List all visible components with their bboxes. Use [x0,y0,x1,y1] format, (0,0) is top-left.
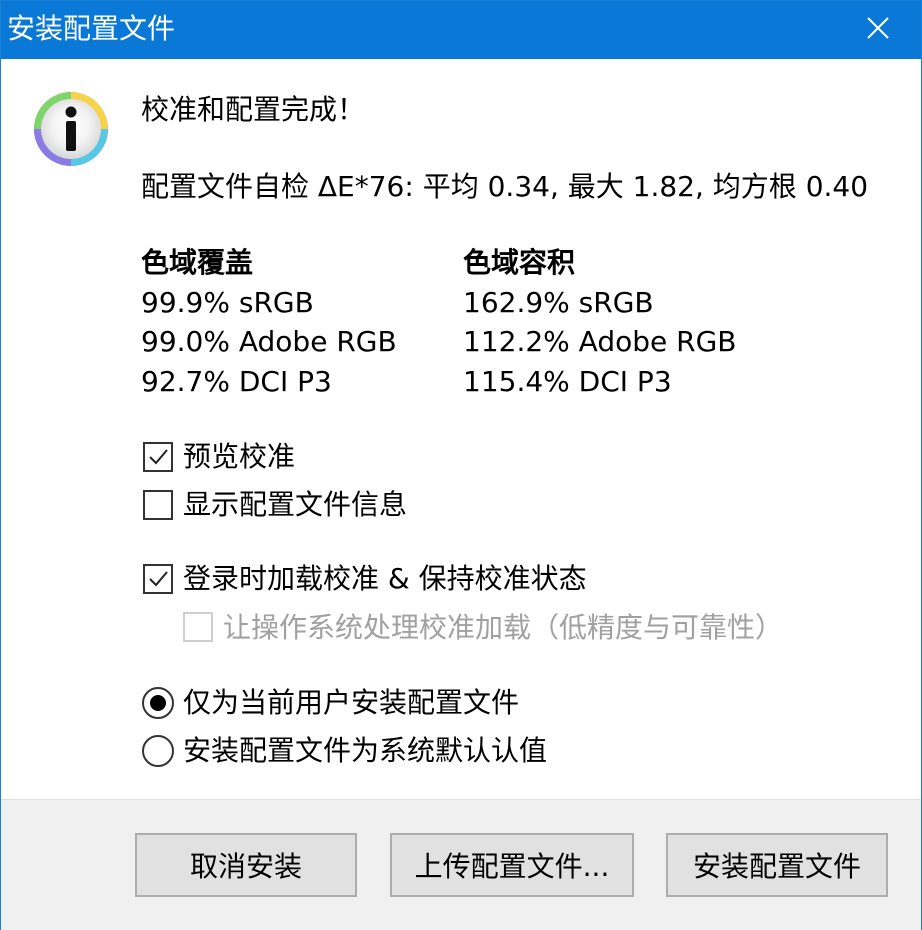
upload-profile-button[interactable]: 上传配置文件... [390,833,634,897]
os-handle-calibration-label: 让操作系统处理校准加载（低精度与可靠性） [223,611,784,644]
coverage-dci-p3: 92.7% DCI P3 [141,365,332,398]
title-bar: 安装配置文件 [1,1,921,59]
install-profile-button[interactable]: 安装配置文件 [666,833,888,897]
os-handle-calibration-checkbox [183,612,213,642]
show-profile-info-checkbox[interactable] [143,490,173,520]
cancel-install-button[interactable]: 取消安装 [135,833,357,897]
install-current-user-label[interactable]: 仅为当前用户安装配置文件 [183,683,519,723]
install-system-default-radio[interactable] [142,735,174,767]
window-title: 安装配置文件 [7,12,176,45]
load-on-login-checkbox[interactable] [143,564,173,594]
gamut-coverage-header: 色域覆盖 [141,246,254,279]
close-icon [867,17,889,43]
checkmark-icon [149,571,168,587]
completion-heading: 校准和配置完成！ [141,93,366,126]
volume-adobe-rgb: 112.2% Adobe RGB [463,325,737,358]
coverage-adobe-rgb: 99.0% Adobe RGB [141,325,397,358]
load-on-login-label[interactable]: 登录时加载校准 & 保持校准状态 [183,559,587,599]
install-profile-dialog: 安装配置文件 校准和配置完成！ 配置文件自检 ΔE*76: 平均 0.34, 最… [0,0,922,930]
volume-srgb: 162.9% sRGB [463,286,654,319]
preview-calibration-checkbox[interactable] [143,442,173,472]
show-profile-info-label[interactable]: 显示配置文件信息 [183,485,407,525]
preview-calibration-label[interactable]: 预览校准 [183,437,295,477]
coverage-srgb: 99.9% sRGB [141,286,314,319]
close-button[interactable] [835,1,921,59]
gamut-volume-header: 色域容积 [463,246,576,279]
profile-selfcheck-text: 配置文件自检 ΔE*76: 平均 0.34, 最大 1.82, 均方根 0.40 [141,170,869,203]
install-current-user-radio[interactable] [142,687,174,719]
info-icon [33,91,109,167]
checkmark-icon [149,449,168,465]
install-system-default-label[interactable]: 安装配置文件为系统默认认值 [183,731,547,771]
volume-dci-p3: 115.4% DCI P3 [463,365,672,398]
